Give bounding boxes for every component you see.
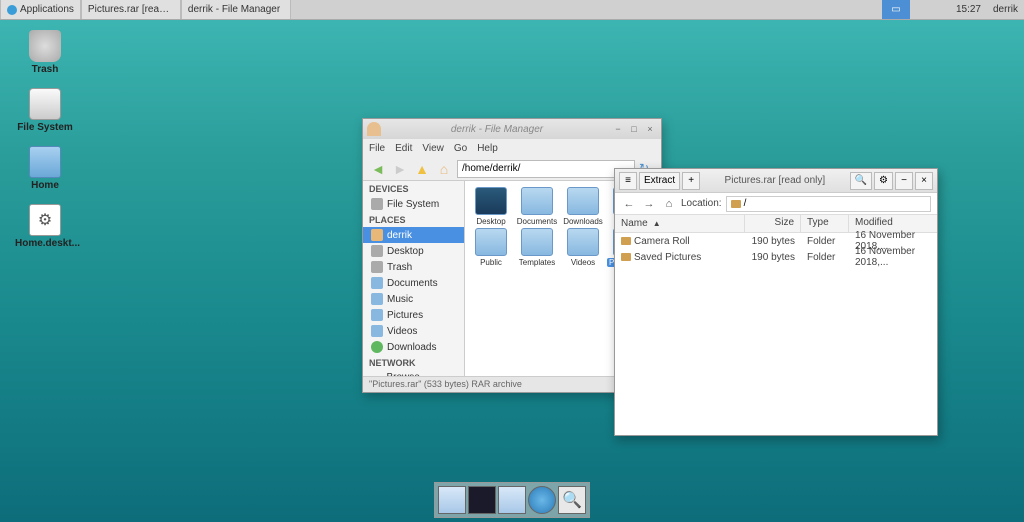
places-group: PLACES [363,212,464,227]
ar-home-button[interactable]: ⌂ [661,196,677,212]
taskbar-item-archive[interactable]: Pictures.rar [read only] [81,0,181,19]
folder-icon [29,146,61,178]
table-row[interactable]: Saved Pictures 190 bytes Folder 16 Novem… [615,249,937,265]
dock-filemanager[interactable] [438,486,466,514]
item-desktop[interactable]: Desktop [469,187,513,226]
sidebar-filesystem[interactable]: File System [363,196,464,212]
path-text: /home/derrik/ [462,163,520,174]
dock: 🔍 [434,482,590,518]
tray-indicator2[interactable] [930,0,950,19]
ar-table: Name▲ Size Type Modified Camera Roll 190… [615,215,937,265]
sidebar-videos[interactable]: Videos [363,323,464,339]
folder-icon [621,237,631,245]
col-name[interactable]: Name▲ [615,215,745,232]
gear-icon: ⚙ [29,204,61,236]
archive-window: ≡ Extract + Pictures.rar [read only] 🔍 ⚙… [614,168,938,436]
home-icon [367,122,381,136]
devices-group: DEVICES [363,181,464,196]
sidebar-browse-network[interactable]: Browse Network [363,370,464,376]
applications-menu[interactable]: Applications [0,0,81,19]
applications-label: Applications [20,4,74,15]
taskbar-item-filemanager[interactable]: derrik - File Manager [181,0,291,19]
menu-help[interactable]: Help [477,143,498,154]
dock-files[interactable] [498,486,526,514]
drive-icon [29,88,61,120]
ar-titlebar[interactable]: ≡ Extract + Pictures.rar [read only] 🔍 ⚙… [615,169,937,193]
menu-file[interactable]: File [369,143,385,154]
sidebar-pictures[interactable]: Pictures [363,307,464,323]
desktop-filesystem[interactable]: File System [15,88,75,133]
sidebar-downloads[interactable]: Downloads [363,339,464,355]
item-videos[interactable]: Videos [561,228,605,267]
sort-indicator-icon: ▲ [653,219,661,228]
back-button[interactable]: ◄ [369,160,387,178]
tray-indicator1[interactable] [910,0,930,19]
menu-view[interactable]: View [422,143,444,154]
location-input[interactable]: / [726,196,931,212]
ar-close-button[interactable]: × [915,172,933,190]
col-type[interactable]: Type [801,215,849,232]
desktop-homedesktop[interactable]: ⚙ Home.deskt... [15,204,75,249]
trash-label: Trash [15,64,75,75]
desktop-trash[interactable]: Trash [15,30,75,75]
apps-icon [7,5,17,15]
homedesktop-label: Home.deskt... [15,238,75,249]
ar-nav: ← → ⌂ Location: / [615,193,937,215]
user-menu[interactable]: derrik [987,0,1024,19]
menu-go[interactable]: Go [454,143,467,154]
filesystem-label: File System [15,122,75,133]
up-button[interactable]: ▲ [413,160,431,178]
sidebar-documents[interactable]: Documents [363,275,464,291]
search-button[interactable]: 🔍 [850,172,872,190]
item-documents[interactable]: Documents [515,187,559,226]
ar-minimize-button[interactable]: − [895,172,913,190]
network-group: NETWORK [363,355,464,370]
home-label: Home [15,180,75,191]
sidebar-desktop[interactable]: Desktop [363,243,464,259]
add-button[interactable]: + [682,172,700,190]
fm-sidebar: DEVICES File System PLACES derrik Deskto… [363,181,465,376]
minimize-button[interactable]: − [611,122,625,136]
folder-icon [621,253,631,261]
item-templates[interactable]: Templates [515,228,559,267]
ar-back-button[interactable]: ← [621,196,637,212]
tray-workspace[interactable]: ▭ [882,0,910,19]
close-button[interactable]: × [643,122,657,136]
top-panel: Applications Pictures.rar [read only] de… [0,0,1024,20]
menu-edit[interactable]: Edit [395,143,412,154]
task1-label: Pictures.rar [read only] [88,4,174,15]
task2-label: derrik - File Manager [188,4,280,15]
fm-menubar: File Edit View Go Help [363,139,661,157]
dock-browser[interactable] [528,486,556,514]
maximize-button[interactable]: □ [627,122,641,136]
location-path: / [744,198,747,209]
folder-icon [731,200,741,208]
sidebar-trash[interactable]: Trash [363,259,464,275]
trash-icon [29,30,61,62]
path-input[interactable]: /home/derrik/ [457,160,635,178]
extract-button[interactable]: Extract [639,172,680,190]
col-size[interactable]: Size [745,215,801,232]
settings-button[interactable]: ⚙ [874,172,893,190]
forward-button[interactable]: ► [391,160,409,178]
home-button[interactable]: ⌂ [435,160,453,178]
ar-title: Pictures.rar [read only] [702,175,847,186]
ar-forward-button[interactable]: → [641,196,657,212]
item-public[interactable]: Public [469,228,513,267]
clock-label: 15:27 [956,4,981,15]
item-downloads[interactable]: Downloads [561,187,605,226]
clock[interactable]: 15:27 [950,0,987,19]
fm-titlebar[interactable]: derrik - File Manager − □ × [363,119,661,139]
location-label: Location: [681,198,722,209]
sidebar-music[interactable]: Music [363,291,464,307]
fm-title: derrik - File Manager [385,124,609,135]
ar-menu-button[interactable]: ≡ [619,172,637,190]
sidebar-derrik[interactable]: derrik [363,227,464,243]
user-label: derrik [993,4,1018,15]
desktop-home[interactable]: Home [15,146,75,191]
dock-terminal[interactable] [468,486,496,514]
dock-search[interactable]: 🔍 [558,486,586,514]
